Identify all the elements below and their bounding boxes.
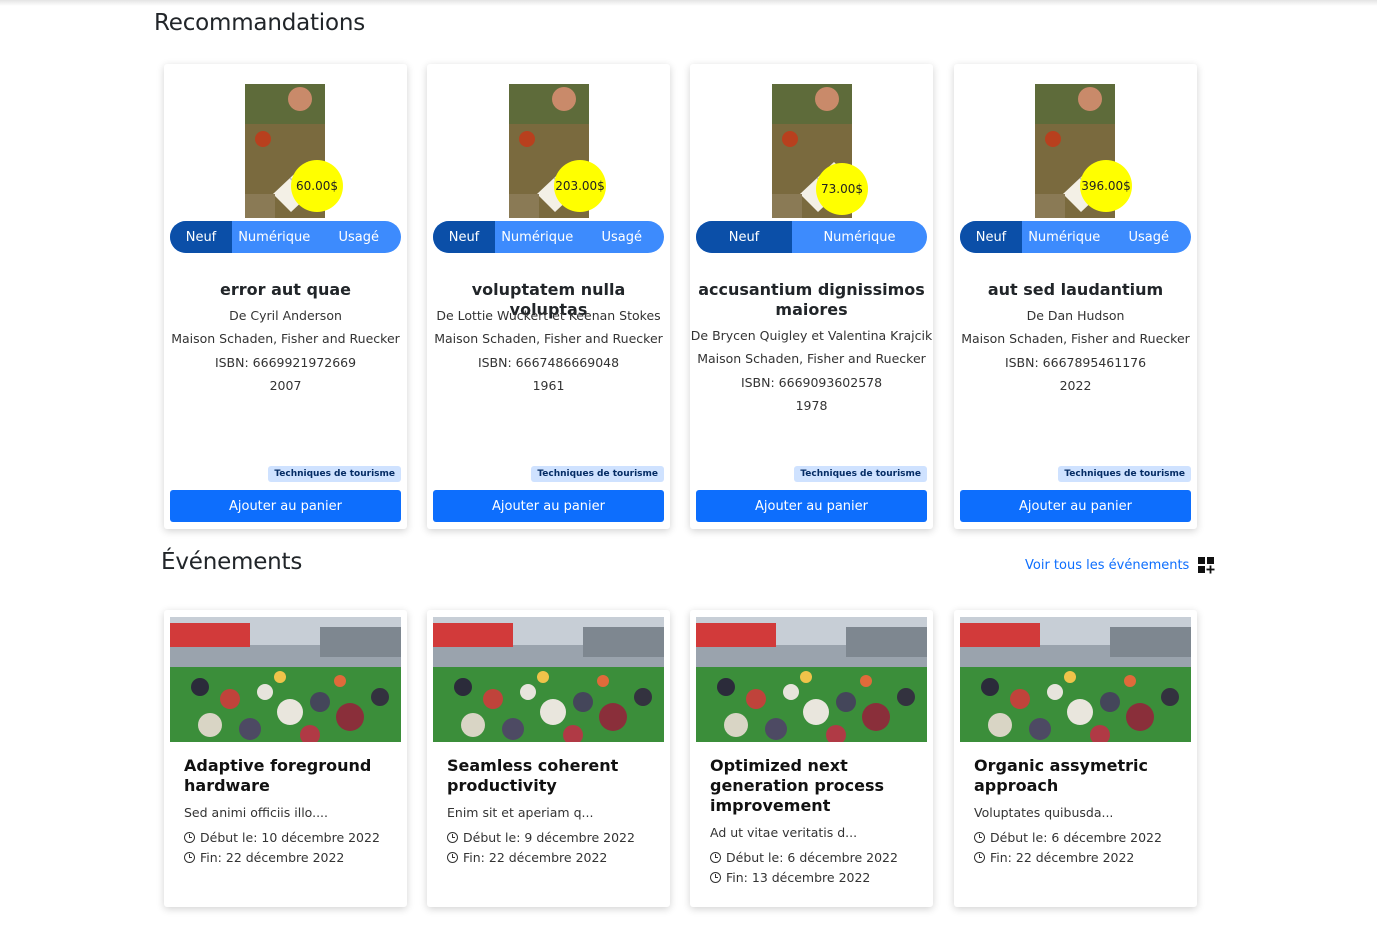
event-photo	[960, 617, 1191, 742]
format-selector: Neuf Numérique	[696, 221, 927, 253]
event-start-date: Début le: 10 décembre 2022	[184, 830, 380, 845]
event-description: Sed animi officiis illo....	[184, 805, 328, 820]
clock-icon	[447, 832, 458, 843]
format-selector: Neuf Numérique Usagé	[960, 221, 1191, 253]
category-badge: Techniques de tourisme	[531, 466, 664, 482]
event-start-text: Début le: 6 décembre 2022	[726, 850, 898, 865]
category-badge: Techniques de tourisme	[794, 466, 927, 482]
event-end-date: Fin: 22 décembre 2022	[184, 850, 344, 865]
event-card: Organic assymetric approach Voluptates q…	[954, 610, 1197, 907]
book-title[interactable]: accusantium dignissimos maiores	[690, 280, 933, 320]
event-end-text: Fin: 22 décembre 2022	[463, 850, 608, 865]
event-card: Seamless coherent productivity Enim sit …	[427, 610, 670, 907]
book-year: 1978	[795, 398, 828, 413]
book-card: 73.00$ Neuf Numérique accusantium dignis…	[690, 64, 933, 529]
format-used-option[interactable]: Usagé	[317, 221, 402, 253]
event-start-text: Début le: 10 décembre 2022	[200, 830, 380, 845]
grid-plus-icon[interactable]	[1197, 556, 1215, 574]
add-to-cart-button[interactable]: Ajouter au panier	[433, 490, 664, 522]
book-title[interactable]: error aut quae	[164, 280, 407, 300]
event-description: Ad ut vitae veritatis d...	[710, 825, 858, 840]
event-end-date: Fin: 22 décembre 2022	[974, 850, 1134, 865]
clock-icon	[447, 852, 458, 863]
book-card: 203.00$ Neuf Numérique Usagé voluptatem …	[427, 64, 670, 529]
event-description: Voluptates quibusda...	[974, 805, 1114, 820]
clock-icon	[184, 852, 195, 863]
category-badge: Techniques de tourisme	[1058, 466, 1191, 482]
event-end-date: Fin: 13 décembre 2022	[710, 870, 870, 885]
format-selector: Neuf Numérique Usagé	[170, 221, 401, 253]
event-start-text: Début le: 9 décembre 2022	[463, 830, 635, 845]
format-digital-option[interactable]: Numérique	[1022, 221, 1107, 253]
price-badge: 60.00$	[291, 160, 343, 212]
price-badge: 396.00$	[1080, 160, 1132, 212]
format-used-option[interactable]: Usagé	[580, 221, 665, 253]
see-all-events-link[interactable]: Voir tous les événements	[1025, 556, 1215, 574]
book-publisher: Maison Schaden, Fisher and Ruecker	[961, 331, 1190, 346]
see-all-events-label[interactable]: Voir tous les événements	[1025, 558, 1189, 573]
event-start-date: Début le: 6 décembre 2022	[710, 850, 898, 865]
event-start-date: Début le: 6 décembre 2022	[974, 830, 1162, 845]
format-new-option[interactable]: Neuf	[433, 221, 495, 253]
event-title[interactable]: Adaptive foreground hardware	[184, 756, 394, 796]
event-photo	[433, 617, 664, 742]
event-end-date: Fin: 22 décembre 2022	[447, 850, 607, 865]
book-publisher: Maison Schaden, Fisher and Ruecker	[697, 351, 926, 366]
book-author: De Brycen Quigley et Valentina Krajcik	[690, 328, 933, 343]
recommendations-heading: Recommandations	[154, 10, 366, 36]
book-year: 1961	[532, 378, 565, 393]
price-badge: 73.00$	[816, 163, 868, 215]
book-card: 396.00$ Neuf Numérique Usagé aut sed lau…	[954, 64, 1197, 529]
format-digital-option[interactable]: Numérique	[792, 221, 927, 253]
add-to-cart-button[interactable]: Ajouter au panier	[170, 490, 401, 522]
event-card: Adaptive foreground hardware Sed animi o…	[164, 610, 407, 907]
book-isbn: ISBN: 6669921972669	[214, 355, 357, 370]
events-heading: Événements	[161, 549, 303, 575]
book-author: De Cyril Anderson	[229, 308, 342, 323]
book-author: De Dan Hudson	[1026, 308, 1125, 323]
add-to-cart-button[interactable]: Ajouter au panier	[696, 490, 927, 522]
event-start-date: Début le: 9 décembre 2022	[447, 830, 635, 845]
clock-icon	[710, 852, 721, 863]
category-badge: Techniques de tourisme	[268, 466, 401, 482]
book-publisher: Maison Schaden, Fisher and Ruecker	[434, 331, 663, 346]
top-shadow	[0, 0, 1377, 6]
book-year: 2007	[269, 378, 302, 393]
book-card: 60.00$ Neuf Numérique Usagé error aut qu…	[164, 64, 407, 529]
event-end-text: Fin: 22 décembre 2022	[200, 850, 345, 865]
event-card: Optimized next generation process improv…	[690, 610, 933, 907]
clock-icon	[184, 832, 195, 843]
book-year: 2022	[1059, 378, 1092, 393]
format-digital-option[interactable]: Numérique	[232, 221, 317, 253]
format-digital-option[interactable]: Numérique	[495, 221, 580, 253]
event-photo	[170, 617, 401, 742]
price-badge: 203.00$	[554, 160, 606, 212]
event-end-text: Fin: 13 décembre 2022	[726, 870, 871, 885]
book-isbn: ISBN: 6667486669048	[477, 355, 620, 370]
book-title[interactable]: aut sed laudantium	[954, 280, 1197, 300]
clock-icon	[974, 832, 985, 843]
book-author: De Lottie Wuckert et Keenan Stokes	[436, 308, 661, 323]
event-photo	[696, 617, 927, 742]
event-end-text: Fin: 22 décembre 2022	[990, 850, 1135, 865]
format-new-option[interactable]: Neuf	[170, 221, 232, 253]
format-new-option[interactable]: Neuf	[960, 221, 1022, 253]
clock-icon	[974, 852, 985, 863]
event-title[interactable]: Organic assymetric approach	[974, 756, 1184, 796]
event-description: Enim sit et aperiam q...	[447, 805, 594, 820]
event-title[interactable]: Seamless coherent productivity	[447, 756, 657, 796]
book-isbn: ISBN: 6667895461176	[1004, 355, 1147, 370]
format-used-option[interactable]: Usagé	[1107, 221, 1192, 253]
book-publisher: Maison Schaden, Fisher and Ruecker	[171, 331, 400, 346]
book-isbn: ISBN: 6669093602578	[740, 375, 883, 390]
format-new-option[interactable]: Neuf	[696, 221, 792, 253]
event-start-text: Début le: 6 décembre 2022	[990, 830, 1162, 845]
format-selector: Neuf Numérique Usagé	[433, 221, 664, 253]
add-to-cart-button[interactable]: Ajouter au panier	[960, 490, 1191, 522]
clock-icon	[710, 872, 721, 883]
event-title[interactable]: Optimized next generation process improv…	[710, 756, 920, 816]
